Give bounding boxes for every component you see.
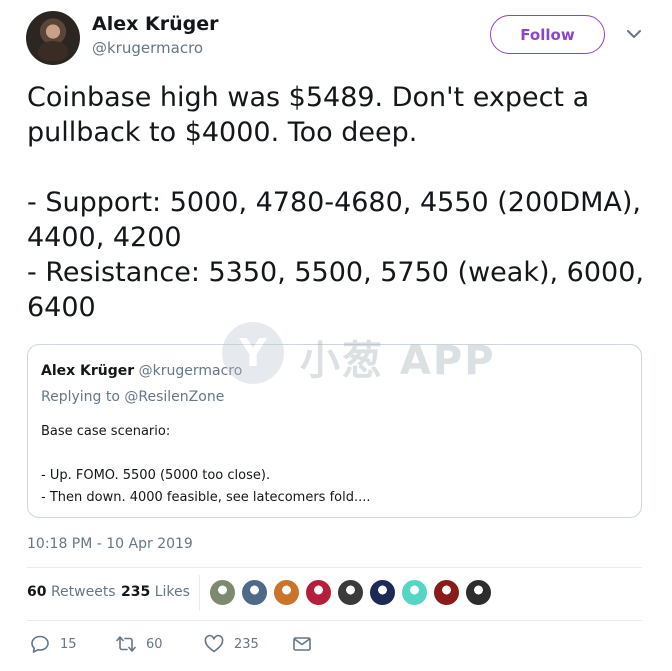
- like-action[interactable]: 235: [204, 634, 259, 654]
- retweets-stat[interactable]: 60 Retweets: [27, 584, 116, 600]
- reply-icon: [31, 635, 49, 653]
- tweet-line: - Resistance: 5350, 5500, 5750 (weak), 6…: [27, 257, 644, 288]
- liker-avatar[interactable]: [337, 579, 364, 606]
- timestamp[interactable]: 10:18 PM - 10 Apr 2019: [27, 536, 193, 552]
- tweet-line-break: [27, 150, 647, 185]
- follow-button[interactable]: Follow: [490, 15, 605, 54]
- tweet-actions: 15 60 235: [30, 634, 350, 658]
- liker-avatar[interactable]: [401, 579, 428, 606]
- tweet-header: Alex Krüger @krugermacro Follow: [26, 10, 646, 66]
- tweet-line: 4400, 4200: [27, 222, 182, 253]
- tweet-line: 6400: [27, 292, 96, 323]
- avatar[interactable]: [26, 11, 80, 65]
- quoted-author-handle: @krugermacro: [138, 363, 243, 379]
- retweets-label: Retweets: [50, 584, 116, 600]
- stats-separator: [199, 575, 200, 611]
- replying-prefix: Replying to: [41, 389, 120, 405]
- message-action[interactable]: [292, 634, 312, 654]
- liker-avatar[interactable]: [305, 579, 332, 606]
- chevron-down-icon[interactable]: [626, 26, 642, 42]
- tweet-line: - Support: 5000, 4780-4680, 4550 (200DMA…: [27, 187, 641, 218]
- likes-label: Likes: [154, 584, 190, 600]
- replying-mention[interactable]: @ResilenZone: [124, 389, 224, 405]
- quoted-author-name: Alex Krüger: [41, 363, 135, 379]
- retweet-icon: [116, 636, 136, 652]
- liker-avatar[interactable]: [241, 579, 268, 606]
- liker-avatar[interactable]: [369, 579, 396, 606]
- divider: [27, 620, 642, 621]
- quoted-tweet[interactable]: Alex Krüger @krugermacro Replying to @Re…: [27, 344, 642, 518]
- retweet-count: 60: [146, 636, 163, 652]
- likes-stat[interactable]: 235 Likes: [121, 584, 190, 600]
- replying-to: Replying to @ResilenZone: [41, 389, 224, 405]
- tweet-line: Coinbase high was $5489. Don't expect a: [27, 82, 590, 113]
- tweet-stats: 60 Retweets 235 Likes: [27, 567, 642, 620]
- quoted-line: Base case scenario:: [41, 424, 171, 439]
- tweet-line: pullback to $4000. Too deep.: [27, 117, 418, 148]
- liker-avatar[interactable]: [433, 579, 460, 606]
- quoted-line-break: [41, 443, 371, 465]
- retweets-count: 60: [27, 584, 47, 600]
- like-icon: [204, 634, 224, 653]
- author-name[interactable]: Alex Krüger: [92, 13, 218, 35]
- reply-action[interactable]: 15: [30, 634, 77, 654]
- message-icon: [293, 637, 311, 651]
- liker-avatar[interactable]: [465, 579, 492, 606]
- quoted-line: - Up. FOMO. 5500 (5000 too close).: [41, 468, 271, 483]
- author-handle[interactable]: @krugermacro: [92, 39, 203, 57]
- like-count: 235: [234, 636, 259, 652]
- quoted-header: Alex Krüger @krugermacro: [41, 363, 242, 379]
- likes-count: 235: [121, 584, 151, 600]
- quoted-body: Base case scenario: - Up. FOMO. 5500 (50…: [41, 421, 371, 509]
- reply-count: 15: [60, 636, 77, 652]
- retweet-action[interactable]: 60: [116, 634, 163, 654]
- liker-avatar[interactable]: [209, 579, 236, 606]
- tweet-text: Coinbase high was $5489. Don't expect a …: [27, 80, 647, 325]
- quoted-line: - Then down. 4000 feasible, see latecome…: [41, 490, 371, 505]
- liker-avatar[interactable]: [273, 579, 300, 606]
